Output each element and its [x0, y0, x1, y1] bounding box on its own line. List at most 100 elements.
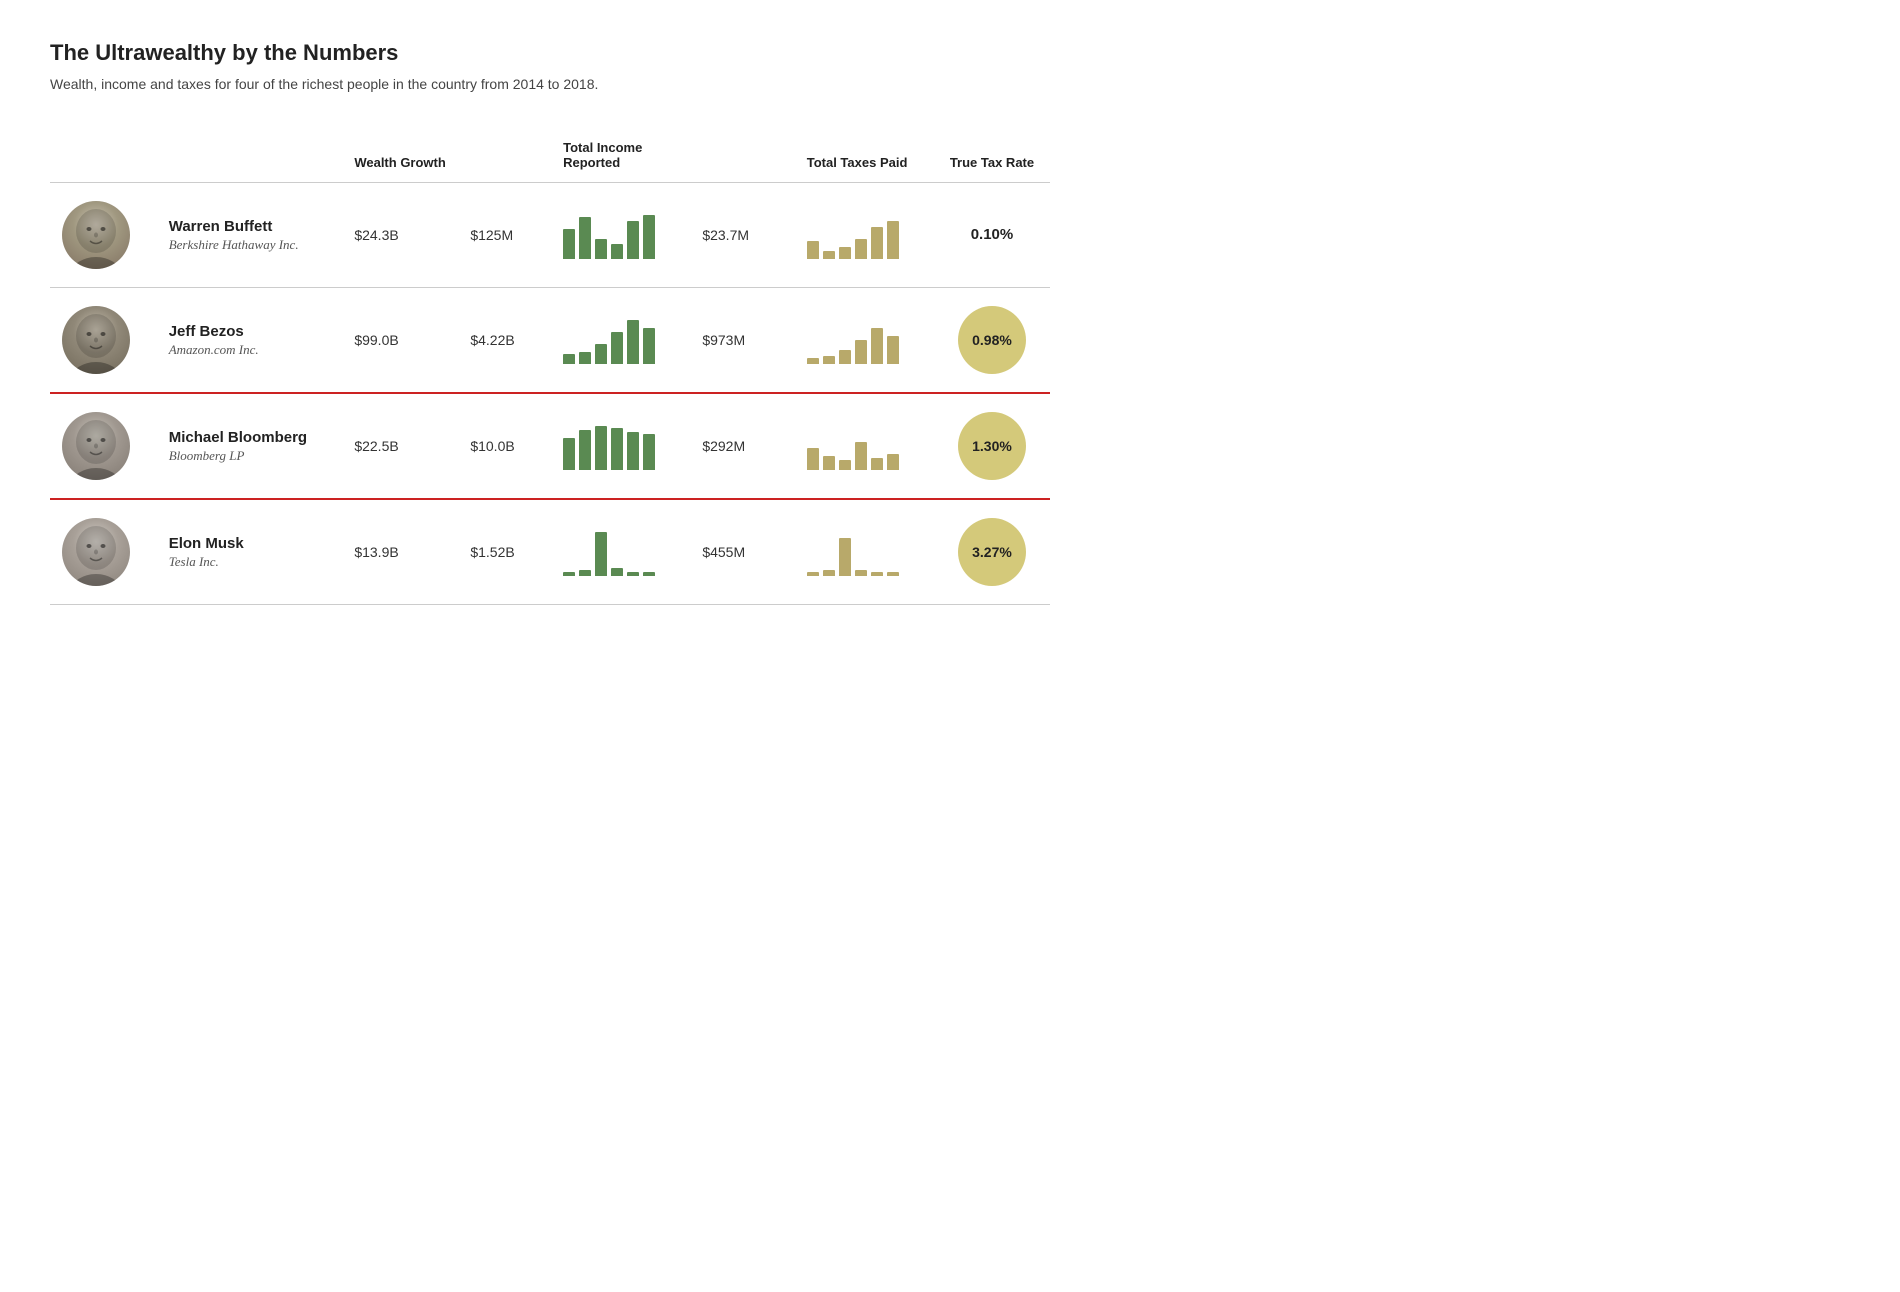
bar: [611, 428, 623, 470]
bar: [579, 217, 591, 259]
person-name: Elon Musk: [169, 534, 331, 554]
face-svg: [62, 306, 130, 374]
wealth-growth-value: $13.9B: [342, 499, 458, 605]
bar: [887, 336, 899, 364]
taxes-bar-chart: [807, 528, 922, 576]
table-row: Michael Bloomberg Bloomberg LP $22.5B $1…: [50, 393, 1050, 499]
taxes-value: $292M: [690, 393, 794, 499]
bar: [823, 251, 835, 259]
bar: [595, 239, 607, 259]
bar: [823, 356, 835, 364]
bar: [579, 430, 591, 470]
avatar-cell: [50, 393, 157, 499]
page-title: The Ultrawealthy by the Numbers: [50, 40, 1050, 66]
taxes-bar-chart: [807, 316, 922, 364]
taxes-chart-cell: [795, 393, 934, 499]
person-company: Tesla Inc.: [169, 554, 331, 570]
rate-cell: 0.10%: [934, 183, 1050, 288]
avatar: [62, 201, 130, 269]
wealth-growth-value: $24.3B: [342, 183, 458, 288]
wealth-growth-value: $99.0B: [342, 288, 458, 394]
income-chart-cell: [551, 183, 690, 288]
person-company: Amazon.com Inc.: [169, 342, 331, 358]
bar: [839, 538, 851, 576]
income-bar-chart: [563, 211, 678, 259]
bar: [563, 354, 575, 364]
page-subtitle: Wealth, income and taxes for four of the…: [50, 76, 1050, 92]
bar: [563, 572, 575, 576]
person-name-cell: Jeff Bezos Amazon.com Inc.: [157, 288, 343, 394]
income-bar-chart: [563, 316, 678, 364]
bar: [595, 344, 607, 364]
person-company: Bloomberg LP: [169, 448, 331, 464]
rate-cell: 3.27%: [934, 499, 1050, 605]
rate-cell: 1.30%: [934, 393, 1050, 499]
bar: [807, 572, 819, 576]
bar: [643, 215, 655, 259]
bar: [871, 328, 883, 364]
taxes-value: $455M: [690, 499, 794, 605]
bar: [839, 350, 851, 364]
income-chart-cell: [551, 393, 690, 499]
rate-cell: 0.98%: [934, 288, 1050, 394]
bar: [579, 352, 591, 364]
table-row: Jeff Bezos Amazon.com Inc. $99.0B $4.22B…: [50, 288, 1050, 394]
bar: [807, 358, 819, 364]
main-table: Wealth Growth Total Income Reported Tota…: [50, 132, 1050, 605]
income-value: $4.22B: [458, 288, 551, 394]
bar: [563, 229, 575, 259]
income-chart-cell: [551, 288, 690, 394]
person-name: Warren Buffett: [169, 217, 331, 237]
bar: [855, 239, 867, 259]
col-header-taxes-label: Total Taxes Paid: [795, 132, 934, 183]
bar: [595, 426, 607, 470]
bar: [611, 244, 623, 259]
taxes-bar-chart: [807, 211, 922, 259]
bar: [855, 570, 867, 576]
bar: [855, 442, 867, 470]
avatar-cell: [50, 183, 157, 288]
col-header-taxes-value: [690, 132, 794, 183]
taxes-value: $23.7M: [690, 183, 794, 288]
avatar: [62, 412, 130, 480]
bar: [887, 572, 899, 576]
bar: [807, 448, 819, 470]
bar: [871, 458, 883, 470]
taxes-chart-cell: [795, 183, 934, 288]
bar: [611, 568, 623, 576]
avatar: [62, 518, 130, 586]
rate-badge: 0.98%: [958, 306, 1026, 374]
bar: [627, 572, 639, 576]
bar: [643, 572, 655, 576]
bar: [823, 456, 835, 470]
face-svg: [62, 201, 130, 269]
bar: [627, 320, 639, 364]
bar: [823, 570, 835, 576]
income-bar-chart: [563, 528, 678, 576]
face-svg: [62, 412, 130, 480]
taxes-chart-cell: [795, 288, 934, 394]
income-chart-cell: [551, 499, 690, 605]
wealth-growth-value: $22.5B: [342, 393, 458, 499]
person-company: Berkshire Hathaway Inc.: [169, 237, 331, 253]
bar: [839, 460, 851, 470]
bar: [887, 454, 899, 470]
bar: [807, 241, 819, 259]
avatar-cell: [50, 288, 157, 394]
person-name: Jeff Bezos: [169, 322, 331, 342]
income-value: $10.0B: [458, 393, 551, 499]
bar: [611, 332, 623, 364]
bar: [871, 227, 883, 259]
person-name-cell: Elon Musk Tesla Inc.: [157, 499, 343, 605]
bar: [627, 432, 639, 470]
bar: [563, 438, 575, 470]
bar: [595, 532, 607, 576]
taxes-bar-chart: [807, 422, 922, 470]
avatar-cell: [50, 499, 157, 605]
taxes-value: $973M: [690, 288, 794, 394]
col-header-income-label: Total Income Reported: [551, 132, 690, 183]
bar: [871, 572, 883, 576]
avatar: [62, 306, 130, 374]
income-bar-chart: [563, 422, 678, 470]
income-value: $125M: [458, 183, 551, 288]
